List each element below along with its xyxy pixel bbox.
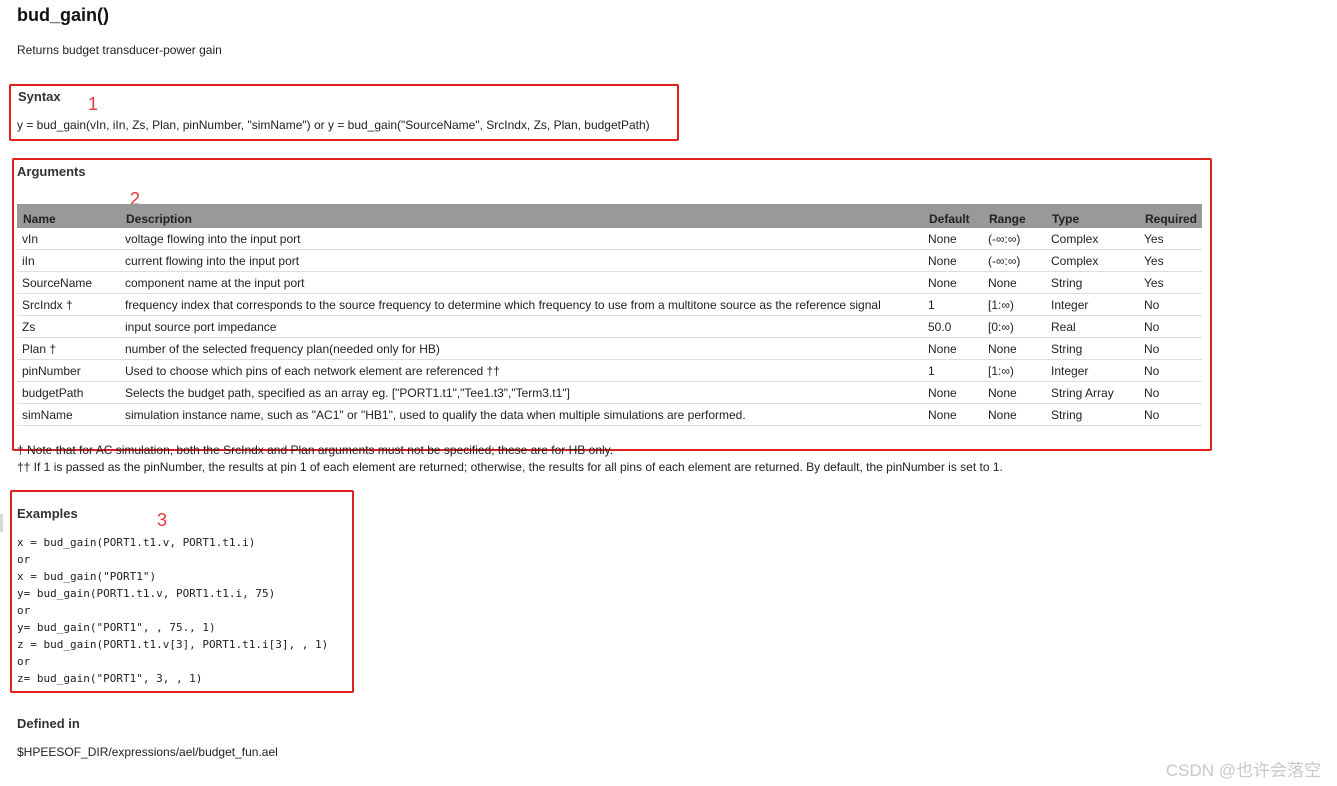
arg-required: No xyxy=(1139,293,1202,316)
left-edge-tab xyxy=(0,514,3,532)
examples-heading: Examples xyxy=(17,506,78,521)
footnote-dagger: † Note that for AC simulation, both the … xyxy=(17,443,614,457)
code-line: z= bud_gain("PORT1", 3, , 1) xyxy=(17,672,203,685)
arguments-header-row: Name Description Default Range Type Requ… xyxy=(17,204,1202,228)
arg-description: Selects the budget path, specified as an… xyxy=(120,381,923,404)
arg-description: current flowing into the input port xyxy=(120,249,923,272)
table-row: SrcIndx † frequency index that correspon… xyxy=(17,293,1202,316)
page-description: Returns budget transducer-power gain xyxy=(17,43,222,57)
annotation-marker-3: 3 xyxy=(157,510,168,530)
arg-default: None xyxy=(923,249,983,272)
arg-description: Used to choose which pins of each networ… xyxy=(120,359,923,382)
arg-name: budgetPath xyxy=(17,381,120,404)
code-line: z = bud_gain(PORT1.t1.v[3], PORT1.t1.i[3… xyxy=(17,638,329,651)
arg-name: SourceName xyxy=(17,271,120,294)
arg-description: simulation instance name, such as "AC1" … xyxy=(120,403,923,426)
watermark-text: CSDN @也许会落空 xyxy=(1165,761,1321,780)
arg-type: Real xyxy=(1046,315,1139,338)
table-row: Zs input source port impedance 50.0 [0:∞… xyxy=(17,315,1202,338)
arg-default: None xyxy=(923,381,983,404)
arg-required: No xyxy=(1139,337,1202,360)
footnote-double-dagger: †† If 1 is passed as the pinNumber, the … xyxy=(17,460,1003,474)
arg-type: Complex xyxy=(1046,228,1139,250)
page-title: bud_gain() xyxy=(17,5,109,25)
arg-default: None xyxy=(923,271,983,294)
col-default: Default xyxy=(923,204,983,228)
arg-range: [1:∞) xyxy=(983,359,1046,382)
arguments-table: Name Description Default Range Type Requ… xyxy=(17,204,1202,447)
arg-range: (-∞:∞) xyxy=(983,249,1046,272)
code-line: y= bud_gain(PORT1.t1.v, PORT1.t1.i, 75) xyxy=(17,587,276,600)
col-description: Description xyxy=(120,204,923,228)
table-row: budgetPath Selects the budget path, spec… xyxy=(17,381,1202,404)
table-row: Plan † number of the selected frequency … xyxy=(17,337,1202,360)
arg-name: vIn xyxy=(17,228,120,250)
defined-in-heading: Defined in xyxy=(17,716,80,731)
table-row: simName simulation instance name, such a… xyxy=(17,403,1202,426)
col-name: Name xyxy=(17,204,120,228)
arg-default: 1 xyxy=(923,359,983,382)
arg-name: iIn xyxy=(17,249,120,272)
arg-required: No xyxy=(1139,403,1202,426)
defined-in-path: $HPEESOF_DIR/expressions/ael/budget_fun.… xyxy=(17,745,278,759)
arg-default: None xyxy=(923,403,983,426)
arg-type: String xyxy=(1046,403,1139,426)
code-line: or xyxy=(17,655,31,668)
arg-required: No xyxy=(1139,381,1202,404)
arg-range: [1:∞) xyxy=(983,293,1046,316)
arg-range: None xyxy=(983,337,1046,360)
arg-required: Yes xyxy=(1139,228,1202,250)
arg-required: Yes xyxy=(1139,249,1202,272)
syntax-text: y = bud_gain(vIn, iIn, Zs, Plan, pinNumb… xyxy=(17,118,650,132)
arg-type: String xyxy=(1046,271,1139,294)
arg-description: number of the selected frequency plan(ne… xyxy=(120,337,923,360)
syntax-heading: Syntax xyxy=(18,89,61,104)
table-row: iIn current flowing into the input port … xyxy=(17,249,1202,272)
code-line: or xyxy=(17,553,31,566)
arg-range: [0:∞) xyxy=(983,315,1046,338)
table-row: pinNumber Used to choose which pins of e… xyxy=(17,359,1202,382)
arg-type: Integer xyxy=(1046,293,1139,316)
arg-range: (-∞:∞) xyxy=(983,228,1046,250)
syntax-highlight-box xyxy=(9,84,679,141)
table-row: SourceName component name at the input p… xyxy=(17,271,1202,294)
arg-required: No xyxy=(1139,359,1202,382)
col-range: Range xyxy=(983,204,1046,228)
arg-type: Complex xyxy=(1046,249,1139,272)
arg-default: 1 xyxy=(923,293,983,316)
arg-default: None xyxy=(923,228,983,250)
arg-description: frequency index that corresponds to the … xyxy=(120,293,923,316)
arg-name: Plan † xyxy=(17,337,120,360)
arg-type: String Array xyxy=(1046,381,1139,404)
annotation-marker-1: 1 xyxy=(88,94,99,114)
col-type: Type xyxy=(1046,204,1139,228)
arg-description: input source port impedance xyxy=(120,315,923,338)
arg-description: voltage flowing into the input port xyxy=(120,228,923,250)
code-line: x = bud_gain(PORT1.t1.v, PORT1.t1.i) xyxy=(17,536,256,549)
arg-name: pinNumber xyxy=(17,359,120,382)
arg-name: SrcIndx † xyxy=(17,293,120,316)
examples-code-block: x = bud_gain(PORT1.t1.v, PORT1.t1.i) or … xyxy=(17,534,328,687)
arg-range: None xyxy=(983,381,1046,404)
arg-type: String xyxy=(1046,337,1139,360)
arg-type: Integer xyxy=(1046,359,1139,382)
arg-required: Yes xyxy=(1139,271,1202,294)
arg-default: 50.0 xyxy=(923,315,983,338)
code-line: x = bud_gain("PORT1") xyxy=(17,570,157,583)
table-row: vIn voltage flowing into the input port … xyxy=(17,228,1202,250)
arg-default: None xyxy=(923,337,983,360)
arg-required: No xyxy=(1139,315,1202,338)
arg-name: simName xyxy=(17,403,120,426)
arg-name: Zs xyxy=(17,315,120,338)
arg-range: None xyxy=(983,403,1046,426)
arguments-heading: Arguments xyxy=(17,164,86,179)
arg-description: component name at the input port xyxy=(120,271,923,294)
code-line: or xyxy=(17,604,31,617)
col-required: Required xyxy=(1139,204,1202,228)
code-line: y= bud_gain("PORT1", , 75., 1) xyxy=(17,621,216,634)
arg-range: None xyxy=(983,271,1046,294)
